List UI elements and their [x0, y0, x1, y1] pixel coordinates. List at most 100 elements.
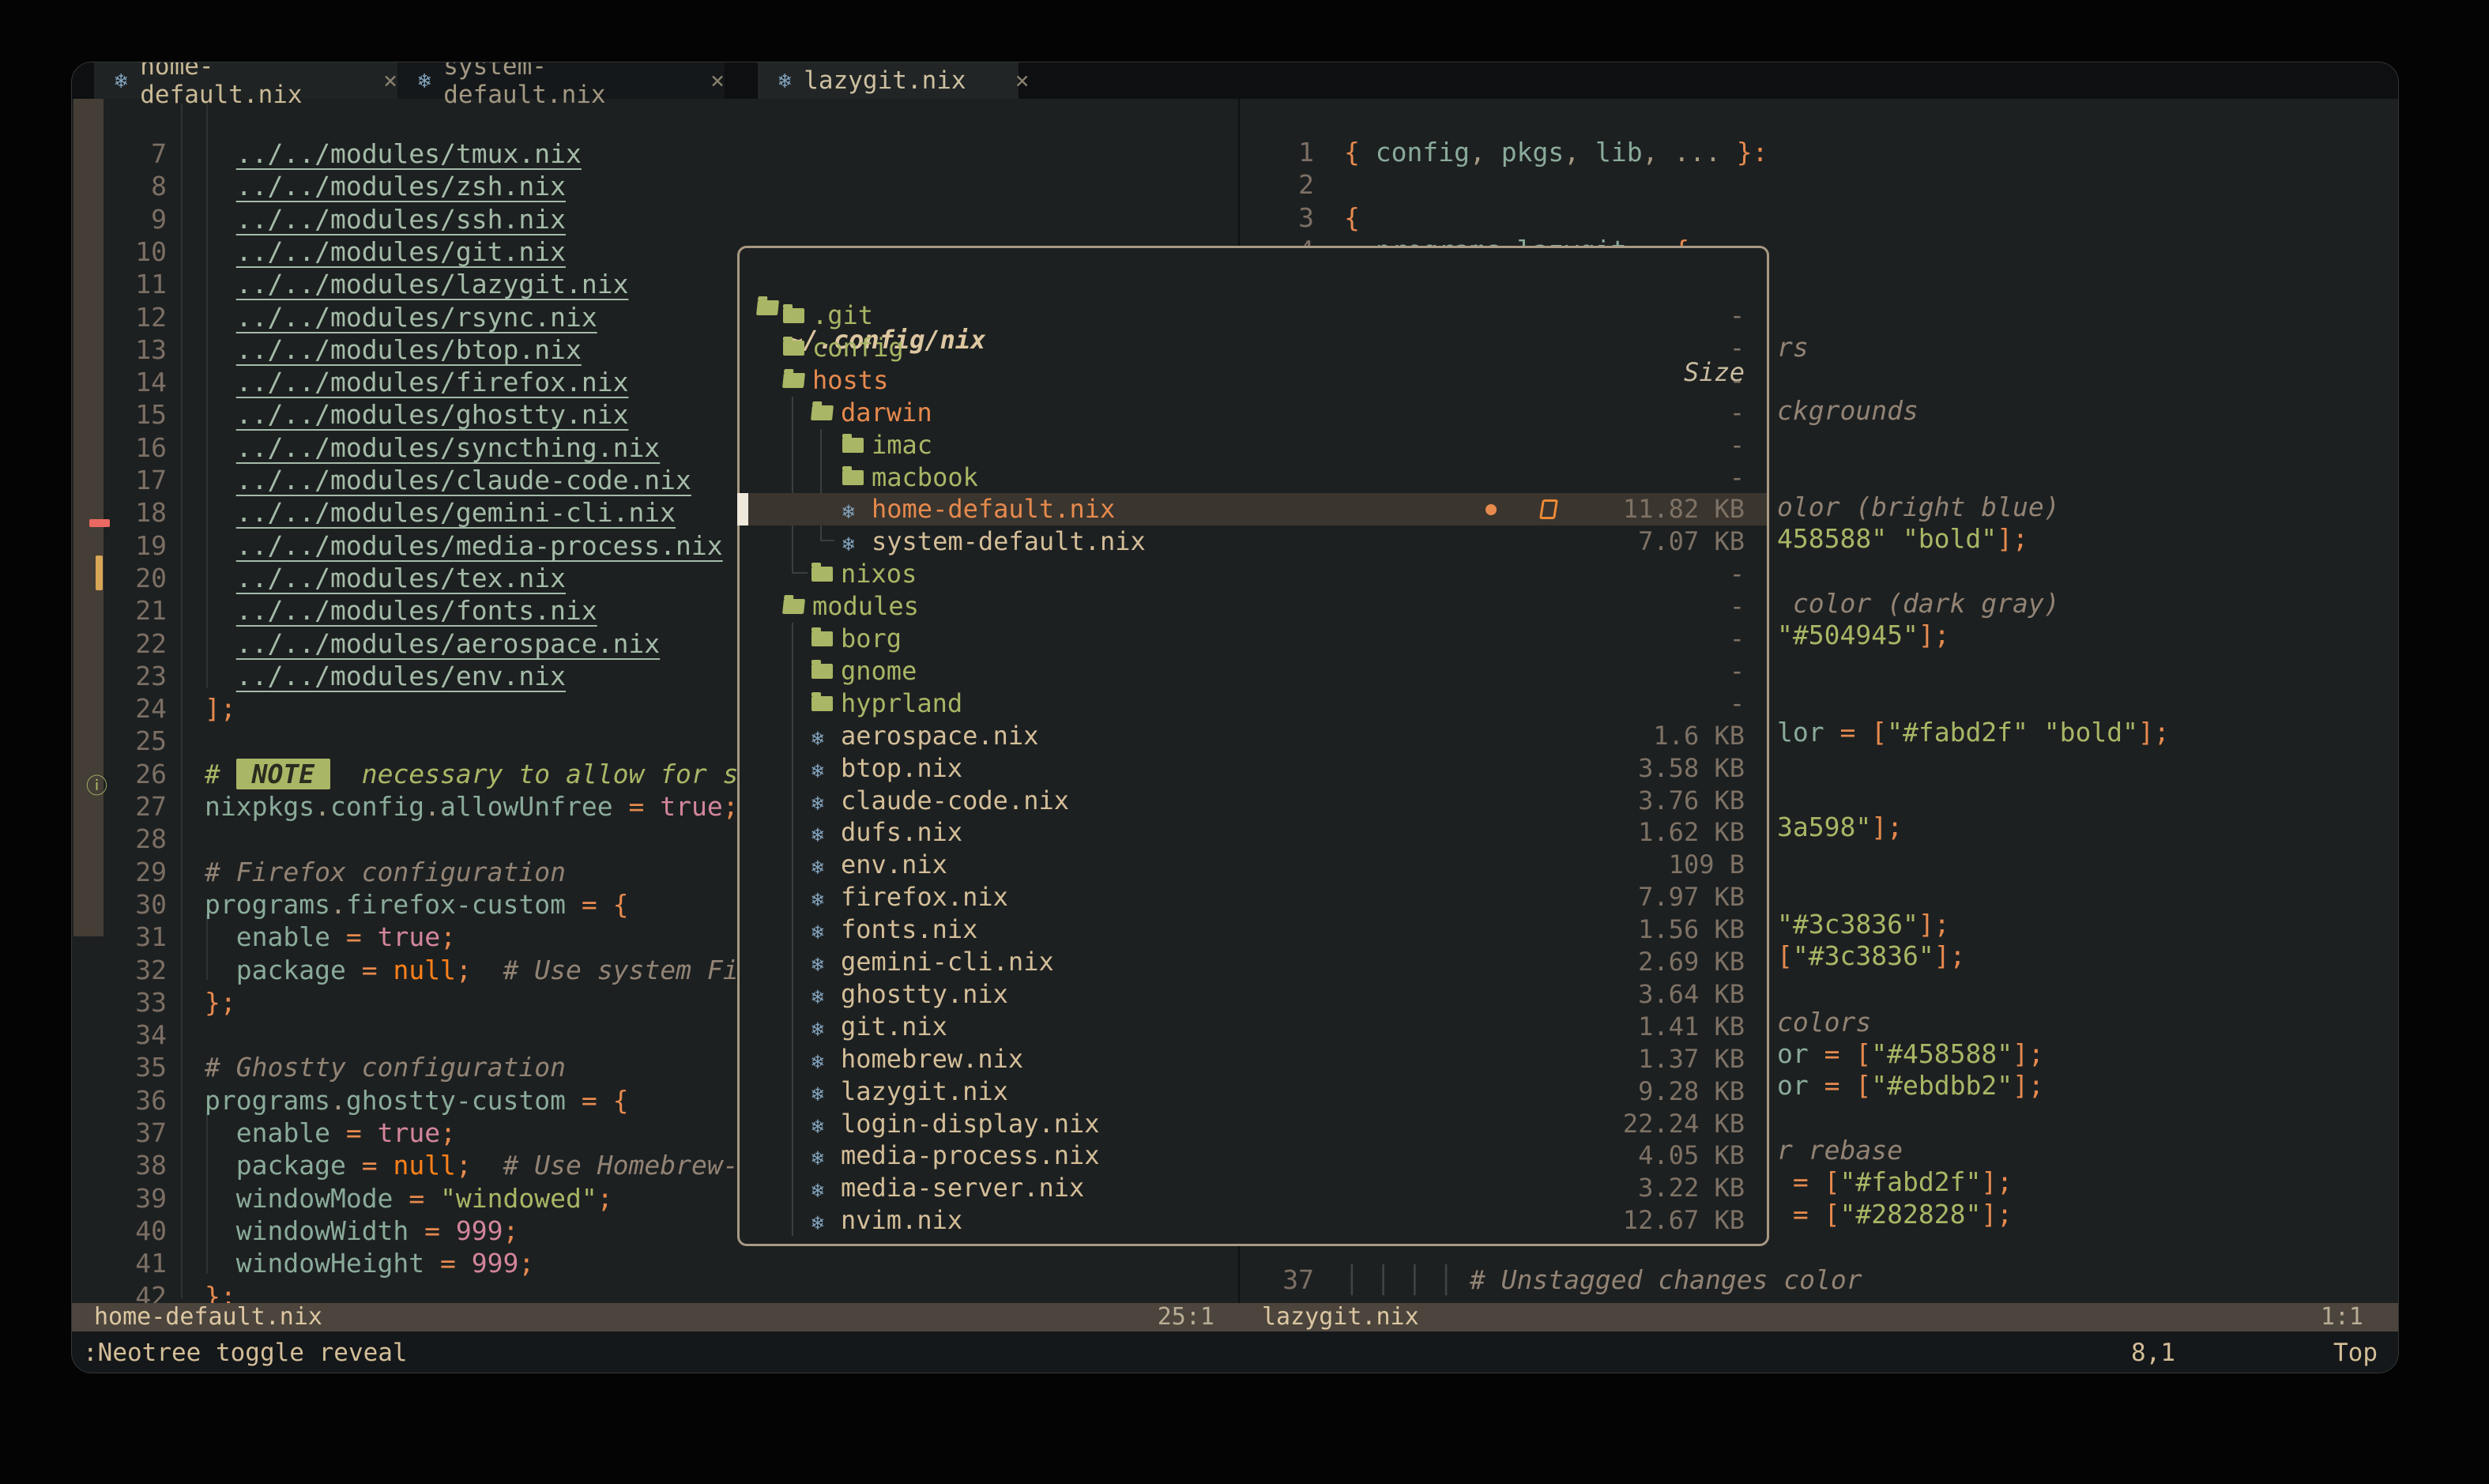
- line-content: ../../modules/claude-code.nix: [205, 464, 691, 497]
- tree-item-name: lazygit.nix: [841, 1075, 1008, 1108]
- tree-item-.git[interactable]: .git-: [740, 299, 1767, 332]
- code-token: ../../modules/media-process.nix: [236, 530, 723, 561]
- code-token: # Firefox configuration: [205, 857, 566, 887]
- tree-item-login-display.nix[interactable]: ❄login-display.nix22.24 KB: [740, 1108, 1767, 1140]
- tree-item-name: hyprland: [841, 687, 962, 720]
- line-number: 16: [104, 431, 167, 465]
- code-token: [613, 791, 629, 822]
- nix-file-icon: ❄: [778, 69, 791, 93]
- tree-item-home-default.nix[interactable]: ❄home-default.nix11.82 KB: [740, 493, 1767, 525]
- tab-close-icon[interactable]: ×: [710, 67, 725, 95]
- code-token: [346, 955, 362, 985]
- tree-item-size: -: [1730, 332, 1745, 364]
- tree-item-gnome[interactable]: gnome-: [740, 655, 1767, 687]
- tree-item-name: config: [812, 332, 904, 364]
- tab-label: lazygit.nix: [804, 66, 966, 95]
- tree-item-name: media-process.nix: [841, 1139, 1100, 1172]
- tree-item-size: -: [1730, 590, 1745, 623]
- code-line: 9 ../../modules/ssh.nix: [72, 203, 1238, 236]
- tree-item-size: 1.62 KB: [1638, 816, 1745, 849]
- tree-item-firefox.nix[interactable]: ❄firefox.nix7.97 KB: [740, 881, 1767, 913]
- tree-item-size: 3.76 KB: [1638, 785, 1745, 817]
- tree-item-ghostty.nix[interactable]: ❄ghostty.nix3.64 KB: [740, 978, 1767, 1011]
- tree-item-name: hosts: [812, 364, 888, 397]
- nix-file-icon: ❄: [842, 529, 855, 561]
- line-number: 10: [104, 235, 167, 269]
- tree-item-claude-code.nix[interactable]: ❄claude-code.nix3.76 KB: [740, 785, 1767, 817]
- tree-item-imac[interactable]: imac-: [740, 429, 1767, 461]
- code-token: ../../modules/zsh.nix: [236, 171, 566, 202]
- tree-item-dufs.nix[interactable]: ❄dufs.nix1.62 KB: [740, 816, 1767, 849]
- code-token: nixpkgs: [205, 791, 314, 822]
- code-token: ;: [456, 955, 472, 985]
- code-token: ];: [205, 693, 236, 724]
- tree-item-name: git.nix: [841, 1011, 947, 1043]
- code-token: [205, 1215, 236, 1246]
- code-token: ];: [1997, 523, 2028, 554]
- nix-file-icon: ❄: [811, 755, 824, 788]
- code-line: 8 ../../modules/zsh.nix: [72, 170, 1238, 203]
- tree-item-config[interactable]: config -: [740, 332, 1767, 364]
- code-token: [393, 1183, 409, 1214]
- code-token: [1658, 137, 1674, 168]
- tree-item-homebrew.nix[interactable]: ❄homebrew.nix1.37 KB: [740, 1043, 1767, 1075]
- line-content: programs.firefox-custom = {: [205, 888, 628, 921]
- line-number: 3: [1240, 202, 1314, 235]
- tree-item-hosts[interactable]: hosts-: [740, 364, 1767, 397]
- code-token: [205, 399, 236, 430]
- tree-item-nvim.nix[interactable]: ❄nvim.nix12.67 KB: [740, 1204, 1767, 1237]
- tab-system-default.nix[interactable]: ❄system-default.nix×: [397, 62, 725, 99]
- code-token: package: [236, 955, 346, 985]
- tree-item-media-server.nix[interactable]: ❄media-server.nix3.22 KB: [740, 1172, 1767, 1204]
- tree-item-name: home-default.nix: [872, 493, 1115, 525]
- code-token: [424, 1248, 440, 1279]
- code-token: ...: [1674, 137, 1721, 168]
- nix-file-icon: ❄: [418, 69, 431, 93]
- code-token: [205, 432, 236, 463]
- tab-close-icon[interactable]: ×: [1015, 67, 1030, 95]
- line-content: ../../modules/fonts.nix: [205, 594, 597, 627]
- tab-lazygit.nix[interactable]: ❄lazygit.nix×: [758, 62, 1019, 99]
- tree-item-system-default.nix[interactable]: ❄system-default.nix7.07 KB: [740, 525, 1767, 558]
- occluded-code-fragment: r rebase: [1777, 1134, 1903, 1167]
- tree-item-modules[interactable]: modules-: [740, 590, 1767, 623]
- tab-home-default.nix[interactable]: ❄home-default.nix×: [94, 62, 397, 99]
- code-token: "#504945": [1777, 620, 1919, 650]
- line-number: 15: [104, 398, 167, 431]
- nix-file-icon: ❄: [811, 884, 824, 917]
- nix-file-icon: ❄: [811, 1143, 824, 1175]
- code-token: ;: [503, 1215, 519, 1246]
- code-token: [362, 921, 378, 952]
- tree-item-nixos[interactable]: nixos-: [740, 558, 1767, 590]
- code-token: olor (bright blue): [1777, 492, 2060, 522]
- tree-item-env.nix[interactable]: ❄env.nix109 B: [740, 849, 1767, 881]
- statusline-right-position: 1:1: [72, 1303, 2363, 1331]
- tree-item-media-process.nix[interactable]: ❄media-process.nix4.05 KB: [740, 1139, 1767, 1172]
- occluded-code-fragment: ckgrounds: [1777, 394, 1919, 427]
- command-line[interactable]: :Neotree toggle reveal 8,1 Top: [72, 1331, 2398, 1373]
- code-token: # Unstagged changes color: [1470, 1264, 1862, 1295]
- code-token: or: [1777, 1038, 1809, 1069]
- tree-item-btop.nix[interactable]: ❄btop.nix3.58 KB: [740, 752, 1767, 785]
- code-token: [1777, 1166, 1793, 1197]
- tree-item-darwin[interactable]: darwin-: [740, 397, 1767, 429]
- tree-item-lazygit.nix[interactable]: ❄lazygit.nix9.28 KB: [740, 1075, 1767, 1108]
- git-status-icon: [1539, 499, 1558, 519]
- code-token: [205, 171, 236, 202]
- line-number: 41: [104, 1247, 167, 1280]
- code-token: [1580, 137, 1595, 168]
- code-line: 41 windowHeight = 999;: [72, 1247, 1238, 1280]
- tab-label: home-default.nix: [140, 62, 369, 109]
- tree-item-gemini-cli.nix[interactable]: ❄gemini-cli.nix2.69 KB: [740, 946, 1767, 978]
- code-token: [205, 1183, 236, 1214]
- tree-item-fonts.nix[interactable]: ❄fonts.nix1.56 KB: [740, 913, 1767, 946]
- tree-item-macbook[interactable]: macbook-: [740, 461, 1767, 494]
- tree-item-size: -: [1730, 461, 1745, 494]
- tree-item-aerospace.nix[interactable]: ❄aerospace.nix1.6 KB: [740, 720, 1767, 752]
- tree-item-git.nix[interactable]: ❄git.nix1.41 KB: [740, 1011, 1767, 1043]
- tree-item-hyprland[interactable]: hyprland-: [740, 687, 1767, 720]
- code-token: [644, 791, 660, 822]
- tab-close-icon[interactable]: ×: [383, 67, 397, 95]
- line-number: 34: [104, 1019, 167, 1052]
- tree-item-borg[interactable]: borg-: [740, 623, 1767, 655]
